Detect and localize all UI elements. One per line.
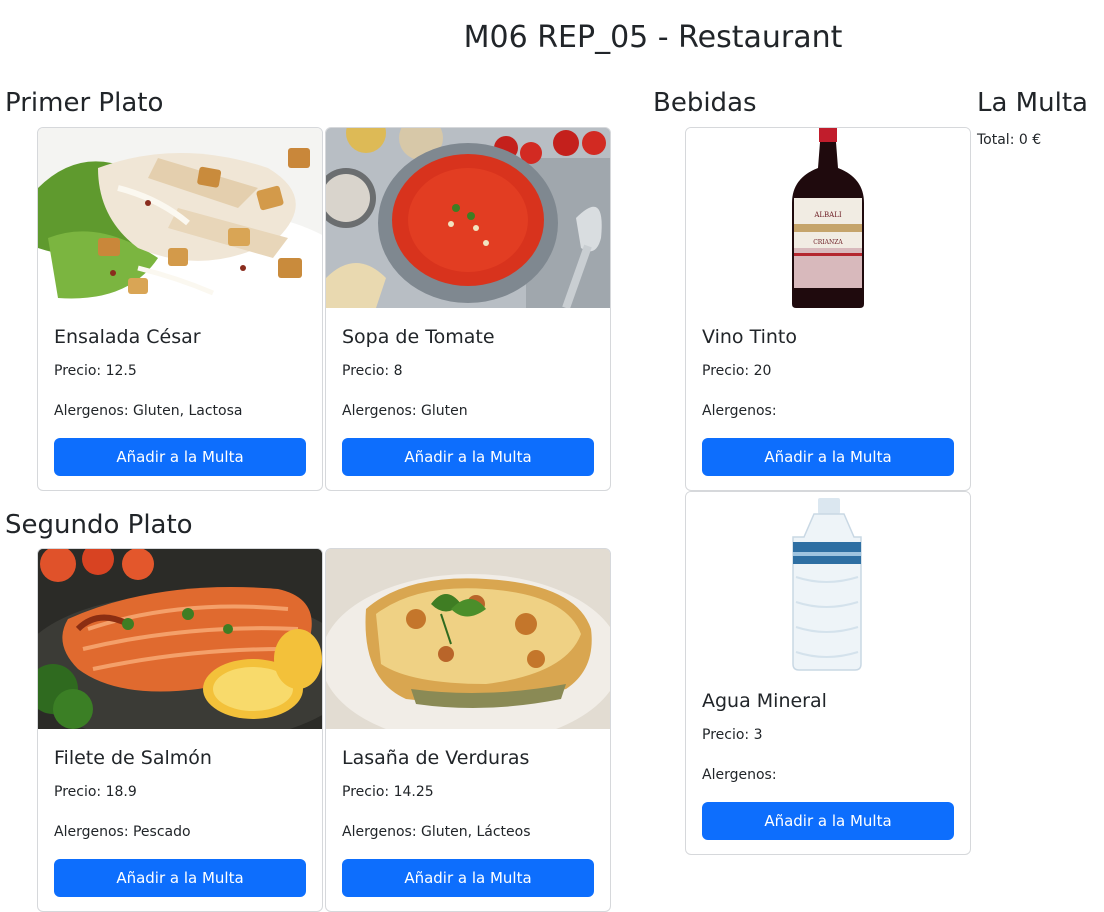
menu-card-ensalada-cesar: Ensalada César Precio: 12.5 Alergenos: G… <box>37 127 323 491</box>
add-to-bill-button[interactable]: Añadir a la Multa <box>702 802 954 840</box>
drink-allergens: Alergenos: <box>702 403 777 419</box>
drink-price: Precio: 20 <box>702 363 772 379</box>
dish-name: Filete de Salmón <box>54 747 212 769</box>
caesar-salad-image <box>38 128 322 308</box>
dish-price: Precio: 8 <box>342 363 403 379</box>
add-to-bill-button[interactable]: Añadir a la Multa <box>702 438 954 476</box>
wine-label-text: ALBALI <box>813 211 842 219</box>
add-to-bill-button[interactable]: Añadir a la Multa <box>54 438 306 476</box>
drink-price: Precio: 3 <box>702 727 763 743</box>
menu-card-agua-mineral: Agua Mineral Precio: 3 Alergenos: Añadir… <box>685 491 971 855</box>
dish-price: Precio: 14.25 <box>342 784 434 800</box>
menu-card-filete-de-salmon: Filete de Salmón Precio: 18.9 Alergenos:… <box>37 548 323 912</box>
dish-allergens: Alergenos: Gluten <box>342 403 468 419</box>
section-heading-la-multa: La Multa <box>977 88 1088 118</box>
dish-name: Ensalada César <box>54 326 201 348</box>
add-to-bill-button[interactable]: Añadir a la Multa <box>342 859 594 897</box>
section-heading-bebidas: Bebidas <box>653 88 757 118</box>
salmon-fillet-image <box>38 549 322 729</box>
menu-card-sopa-de-tomate: Sopa de Tomate Precio: 8 Alergenos: Glut… <box>325 127 611 491</box>
dish-price: Precio: 12.5 <box>54 363 137 379</box>
drink-name: Vino Tinto <box>702 326 797 348</box>
dish-name: Lasaña de Verduras <box>342 747 530 769</box>
section-heading-primer-plato: Primer Plato <box>5 88 164 118</box>
water-bottle-image <box>686 492 970 672</box>
section-heading-segundo-plato: Segundo Plato <box>5 510 193 540</box>
menu-card-lasana-de-verduras: Lasaña de Verduras Precio: 14.25 Alergen… <box>325 548 611 912</box>
page-title: M06 REP_05 - Restaurant <box>463 20 843 55</box>
vegetable-lasagna-image <box>326 549 610 729</box>
wine-label-subtext: CRIANZA <box>813 239 843 246</box>
dish-allergens: Alergenos: Gluten, Lactosa <box>54 403 243 419</box>
cart-total: Total: 0 € <box>977 132 1042 148</box>
dish-price: Precio: 18.9 <box>54 784 137 800</box>
dish-allergens: Alergenos: Pescado <box>54 824 191 840</box>
dish-allergens: Alergenos: Gluten, Lácteos <box>342 824 531 840</box>
dish-name: Sopa de Tomate <box>342 326 495 348</box>
drink-name: Agua Mineral <box>702 690 827 712</box>
drink-allergens: Alergenos: <box>702 767 777 783</box>
add-to-bill-button[interactable]: Añadir a la Multa <box>54 859 306 897</box>
red-wine-bottle-image: ALBALI CRIANZA <box>686 128 970 308</box>
tomato-soup-image <box>326 128 610 308</box>
add-to-bill-button[interactable]: Añadir a la Multa <box>342 438 594 476</box>
menu-card-vino-tinto: ALBALI CRIANZA Vino Tinto Precio: 20 Ale… <box>685 127 971 491</box>
